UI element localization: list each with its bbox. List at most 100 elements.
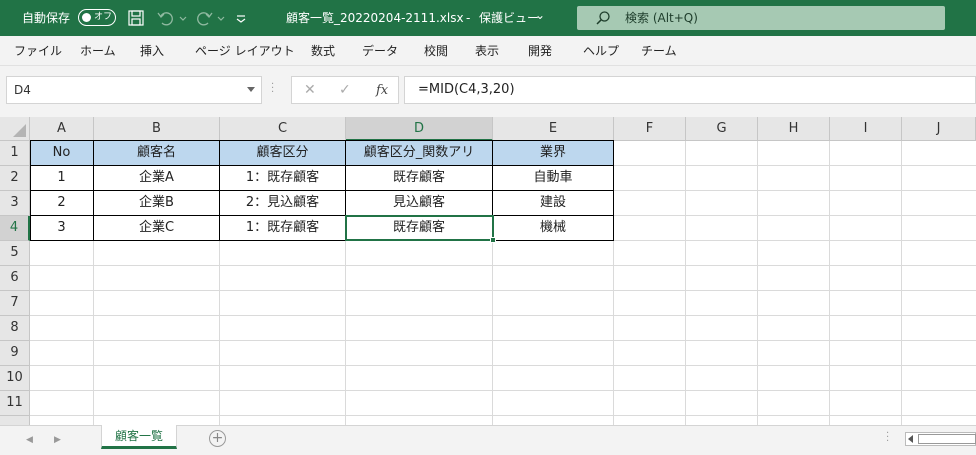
row-header-6[interactable]: 6 xyxy=(0,266,30,291)
cell-e3[interactable]: 建設 xyxy=(493,191,614,216)
select-all-button[interactable] xyxy=(0,117,30,141)
row-header-5[interactable]: 5 xyxy=(0,241,30,266)
row-header-8[interactable]: 8 xyxy=(0,316,30,341)
sheet-tabs-bar: ◀ ▶ 顧客一覧 + · · · xyxy=(0,425,976,455)
fill-handle[interactable] xyxy=(490,237,496,243)
row-header-3[interactable]: 3 xyxy=(0,191,30,216)
tab-help[interactable]: ヘルプ xyxy=(583,44,619,58)
column-header-e[interactable]: E xyxy=(493,117,614,141)
cell-a4[interactable]: 3 xyxy=(30,216,94,241)
cell-d3[interactable]: 見込顧客 xyxy=(346,191,493,216)
tab-page-layout[interactable]: ページ レイアウト xyxy=(195,44,295,58)
autosave-state: オフ xyxy=(94,12,113,22)
column-header-c[interactable]: C xyxy=(220,117,346,141)
document-title: 顧客一覧_20220204-2111.xlsx xyxy=(286,11,464,25)
table-rule xyxy=(492,140,493,241)
search-box[interactable]: 検索 (Alt+Q) xyxy=(577,6,945,30)
cell-c2[interactable]: 1：既存顧客 xyxy=(220,166,346,191)
autosave-label: 自動保存 xyxy=(22,11,71,25)
insert-function-icon[interactable]: fx xyxy=(376,83,388,99)
row-header-12[interactable] xyxy=(0,416,30,425)
cell-e4[interactable]: 機械 xyxy=(493,216,614,241)
row-header-7[interactable]: 7 xyxy=(0,291,30,316)
column-header-g[interactable]: G xyxy=(686,117,758,141)
scrollbar-thumb[interactable] xyxy=(918,434,976,444)
cell-e2[interactable]: 自動車 xyxy=(493,166,614,191)
tab-formulas[interactable]: 数式 xyxy=(311,44,335,58)
column-header-j[interactable]: J xyxy=(902,117,976,141)
formula-input[interactable]: =MID(C4,3,20) xyxy=(404,76,976,104)
cell-d2[interactable]: 既存顧客 xyxy=(346,166,493,191)
cell-a2[interactable]: 1 xyxy=(30,166,94,191)
cell-b1[interactable]: 顧客名 xyxy=(94,141,220,166)
tab-view[interactable]: 表示 xyxy=(475,44,499,58)
column-header-i[interactable]: I xyxy=(830,117,902,141)
row-header-10[interactable]: 10 xyxy=(0,366,30,391)
cell-b2[interactable]: 企業A xyxy=(94,166,220,191)
tab-developer[interactable]: 開発 xyxy=(528,44,552,58)
formula-text: =MID(C4,3,20) xyxy=(418,82,515,97)
cell-a3[interactable]: 2 xyxy=(30,191,94,216)
autosave-toggle[interactable]: オフ xyxy=(78,9,116,26)
view-mode-label[interactable]: 保護ビュー xyxy=(479,10,539,26)
row-header-1[interactable]: 1 xyxy=(0,141,30,166)
cell-c3[interactable]: 2：見込顧客 xyxy=(220,191,346,216)
cell-c1[interactable]: 顧客区分 xyxy=(220,141,346,166)
cell-b4[interactable]: 企業C xyxy=(94,216,220,241)
tab-home[interactable]: ホーム xyxy=(80,44,116,58)
enter-icon[interactable]: ✓ xyxy=(339,82,351,98)
undo-dropdown-icon[interactable] xyxy=(178,8,188,28)
name-box[interactable]: D4 xyxy=(6,76,262,104)
empty-grid-rows-right[interactable] xyxy=(614,141,976,241)
title-separator: - xyxy=(466,11,471,25)
column-header-d[interactable]: D xyxy=(346,117,493,141)
tab-data[interactable]: データ xyxy=(362,44,398,58)
cell-e1[interactable]: 業界 xyxy=(493,141,614,166)
cell-b3[interactable]: 企業B xyxy=(94,191,220,216)
formula-bar-grip-icon[interactable]: · · · xyxy=(271,80,274,98)
toggle-knob xyxy=(82,13,91,22)
cell-d4[interactable]: 既存顧客 xyxy=(346,216,493,241)
worksheet-grid[interactable]: A B C D E F G H I J 1 2 3 4 5 6 7 8 9 10… xyxy=(0,117,976,425)
name-box-value: D4 xyxy=(14,83,31,97)
undo-icon[interactable] xyxy=(156,8,176,28)
horizontal-scrollbar[interactable] xyxy=(905,432,976,446)
column-header-b[interactable]: B xyxy=(94,117,220,141)
ribbon-tabs: ファイル ホーム 挿入 ページ レイアウト 数式 データ 校閲 表示 開発 ヘル… xyxy=(0,36,976,66)
tab-review[interactable]: 校閲 xyxy=(424,44,448,58)
cell-a1[interactable]: No xyxy=(30,141,94,166)
sheet-tab-active[interactable]: 顧客一覧 xyxy=(101,425,177,449)
customize-quick-access-icon[interactable] xyxy=(234,8,248,28)
redo-dropdown-icon[interactable] xyxy=(216,8,226,28)
tab-insert[interactable]: 挿入 xyxy=(140,44,164,58)
table-rule xyxy=(345,140,346,241)
prev-sheet-icon[interactable]: ◀ xyxy=(26,434,33,446)
add-sheet-icon[interactable]: + xyxy=(209,430,226,447)
row-header-2[interactable]: 2 xyxy=(0,166,30,191)
name-box-dropdown-icon[interactable] xyxy=(247,87,255,92)
column-header-a[interactable]: A xyxy=(30,117,94,141)
tab-team[interactable]: チーム xyxy=(641,44,677,58)
table-rule xyxy=(93,140,94,241)
view-mode-chevron-icon[interactable]: ⌄ xyxy=(535,7,545,23)
next-sheet-icon[interactable]: ▶ xyxy=(54,434,61,446)
row-header-4[interactable]: 4 xyxy=(0,216,30,241)
empty-grid-area[interactable] xyxy=(30,241,976,425)
cancel-icon[interactable]: ✕ xyxy=(304,82,316,98)
table-rule xyxy=(30,215,614,216)
cell-d1[interactable]: 顧客区分_関数アリ xyxy=(346,141,493,166)
tab-file[interactable]: ファイル xyxy=(14,44,62,58)
table-rule xyxy=(30,165,614,166)
formula-buttons: ✕ ✓ fx xyxy=(291,76,399,104)
row-header-9[interactable]: 9 xyxy=(0,341,30,366)
table-rule xyxy=(219,140,220,241)
search-icon xyxy=(596,11,610,25)
column-header-f[interactable]: F xyxy=(614,117,686,141)
cell-c4[interactable]: 1：既存顧客 xyxy=(220,216,346,241)
scroll-left-icon[interactable] xyxy=(908,435,913,443)
redo-icon[interactable] xyxy=(194,8,214,28)
tab-split-grip-icon[interactable]: · · · xyxy=(886,429,889,447)
save-icon[interactable] xyxy=(126,8,146,28)
row-header-11[interactable]: 11 xyxy=(0,391,30,416)
column-header-h[interactable]: H xyxy=(758,117,830,141)
